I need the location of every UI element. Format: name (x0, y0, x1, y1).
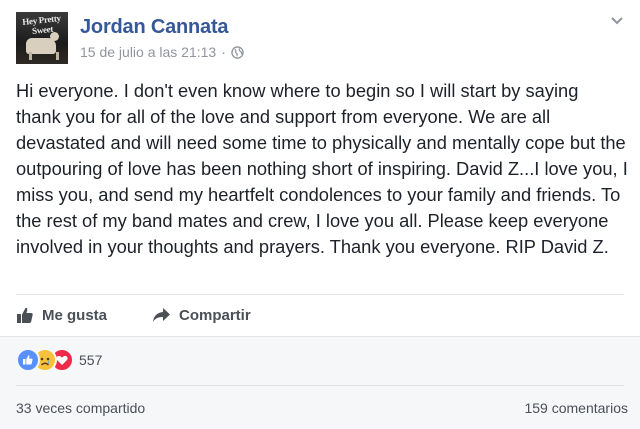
share-button[interactable]: Compartir (152, 304, 251, 326)
comment-count[interactable]: 159 comentarios (524, 400, 628, 416)
like-label: Me gusta (42, 306, 108, 324)
post-meta: 15 de julio a las 21:13 · (80, 44, 244, 60)
share-label: Compartir (179, 306, 251, 324)
like-button[interactable]: Me gusta (16, 304, 107, 326)
post-text: Hi everyone. I don't even know where to … (16, 80, 628, 257)
chevron-down-icon[interactable] (610, 16, 624, 26)
avatar-dog-image (26, 32, 59, 60)
globe-icon[interactable] (231, 45, 244, 59)
reaction-count[interactable]: 557 (79, 352, 102, 368)
avatar-logo: Hey Pretty Sweet (21, 13, 62, 37)
post-card: Hey Pretty Sweet Jordan Cannata 15 de ju… (0, 0, 640, 429)
author-name[interactable]: Jordan Cannata (80, 16, 229, 39)
reaction-summary[interactable]: 557 (16, 348, 102, 372)
divider (16, 294, 624, 295)
thumbs-up-icon (17, 307, 33, 323)
share-count[interactable]: 33 veces compartido (16, 400, 145, 416)
meta-separator: · (221, 44, 226, 60)
divider (16, 385, 624, 386)
like-reaction-icon (16, 348, 40, 372)
post-timestamp[interactable]: 15 de julio a las 21:13 (80, 44, 216, 60)
share-arrow-icon (153, 308, 170, 322)
author-avatar[interactable]: Hey Pretty Sweet (16, 12, 68, 64)
reactions-bar: 557 33 veces compartido 159 comentarios (0, 336, 640, 429)
